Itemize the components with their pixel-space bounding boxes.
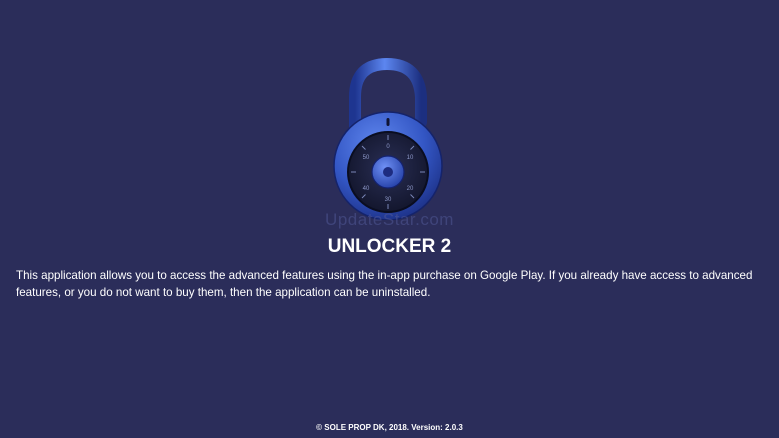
unlocker-screen: 0 10 20 30 40 50 UpdateStar.com UNLOCKER… — [0, 0, 779, 438]
svg-text:20: 20 — [407, 186, 414, 192]
svg-text:10: 10 — [407, 155, 414, 161]
app-description: This application allows you to access th… — [16, 269, 753, 299]
copyright-version-footer: © SOLE PROP DK, 2018. Version: 2.0.3 — [316, 423, 463, 432]
svg-text:50: 50 — [363, 155, 370, 161]
watermark-text: UpdateStar.com — [325, 210, 454, 229]
app-title: UNLOCKER 2 — [327, 236, 452, 257]
padlock-icon: 0 10 20 30 40 50 — [325, 52, 455, 220]
svg-text:40: 40 — [363, 186, 370, 192]
svg-text:30: 30 — [385, 197, 392, 203]
